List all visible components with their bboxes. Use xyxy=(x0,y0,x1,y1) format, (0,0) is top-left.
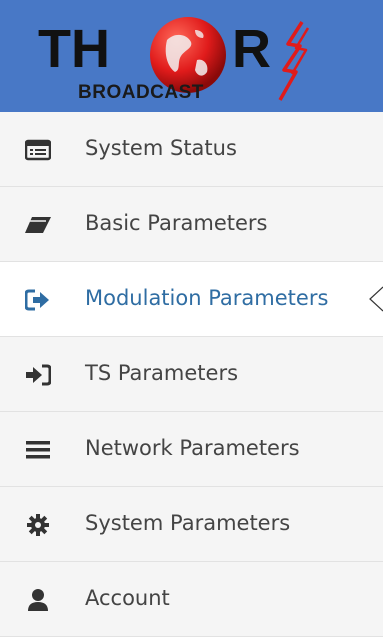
user-icon xyxy=(24,586,52,614)
logo-text-th: TH xyxy=(38,19,110,79)
sidebar-item-modulation-parameters[interactable]: Modulation Parameters xyxy=(0,262,383,337)
sidebar-item-basic-parameters[interactable]: Basic Parameters xyxy=(0,187,383,262)
sidebar-item-network-parameters[interactable]: Network Parameters xyxy=(0,412,383,487)
sidebar-item-label: Account xyxy=(85,586,170,610)
sidebar-item-account[interactable]: Account xyxy=(0,562,383,637)
sign-in-icon xyxy=(24,361,52,389)
sidebar-item-label: System Parameters xyxy=(85,511,291,535)
header: TH R BROADCAST xyxy=(0,0,383,112)
thor-broadcast-logo[interactable]: TH R BROADCAST xyxy=(38,12,328,108)
sidebar-menu: System Status Basic Parameters Modulatio… xyxy=(0,112,383,637)
sidebar-item-system-parameters[interactable]: System Parameters xyxy=(0,487,383,562)
sidebar-item-ts-parameters[interactable]: TS Parameters xyxy=(0,337,383,412)
sidebar-item-label: System Status xyxy=(85,136,237,160)
active-pointer-icon xyxy=(369,286,383,312)
bars-icon xyxy=(24,436,52,464)
sidebar-item-label: TS Parameters xyxy=(85,361,239,385)
lightning-bolt-icon xyxy=(278,21,310,101)
list-icon xyxy=(24,136,52,164)
sidebar-item-label: Basic Parameters xyxy=(85,211,268,235)
logo-text-broadcast: BROADCAST xyxy=(78,82,204,103)
sign-out-icon xyxy=(24,286,52,314)
gear-icon xyxy=(24,511,52,539)
sidebar-item-system-status[interactable]: System Status xyxy=(0,112,383,187)
sidebar-item-label: Modulation Parameters xyxy=(85,286,329,310)
eraser-icon xyxy=(24,211,52,239)
sidebar-item-label: Network Parameters xyxy=(85,436,300,460)
logo-text-r: R xyxy=(232,19,271,79)
